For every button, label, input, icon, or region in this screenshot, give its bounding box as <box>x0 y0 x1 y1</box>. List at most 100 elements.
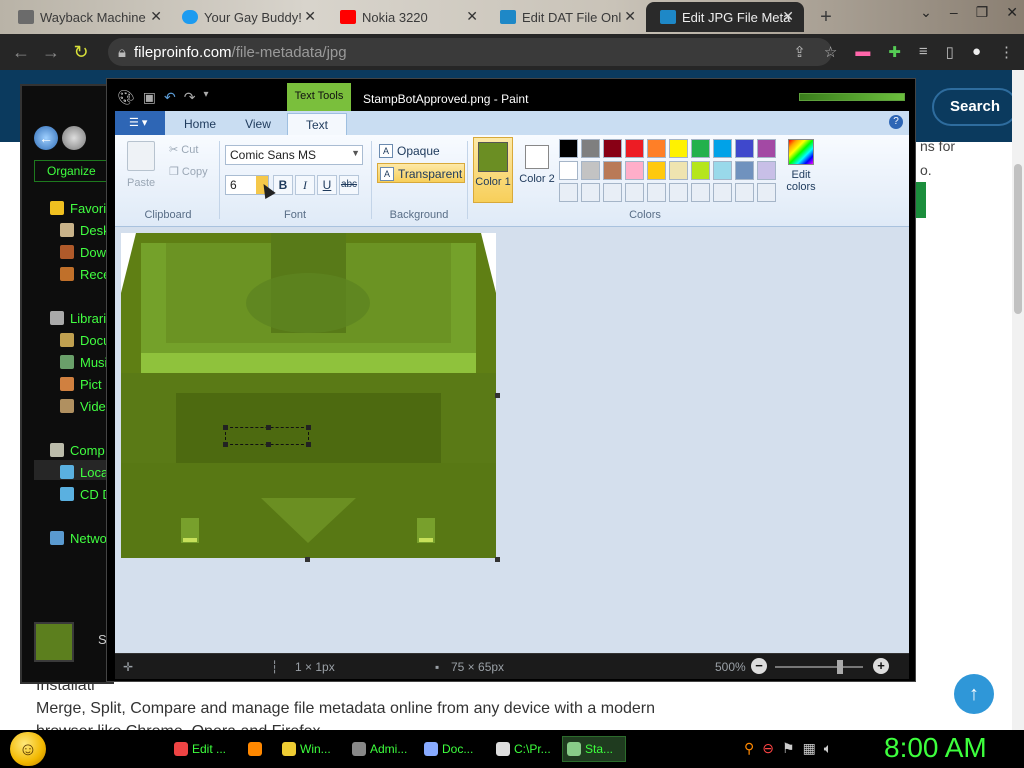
menu-kebab-icon[interactable]: ⋮ <box>999 43 1014 61</box>
taskbar-item[interactable]: Admi... <box>348 736 412 762</box>
tab-home[interactable]: Home <box>171 113 229 135</box>
palette-swatch[interactable] <box>603 161 622 180</box>
palette-swatch[interactable] <box>735 161 754 180</box>
palette-swatch[interactable] <box>559 183 578 202</box>
search-icon[interactable]: ⚲ <box>744 740 754 757</box>
palette-swatch[interactable] <box>713 161 732 180</box>
italic-button[interactable]: I <box>295 175 315 195</box>
paint-window-controls[interactable] <box>799 93 905 101</box>
bold-button[interactable]: B <box>273 175 293 195</box>
canvas-resize-handle[interactable] <box>495 393 500 398</box>
profile-avatar-icon[interactable]: ● <box>972 43 981 61</box>
strikethrough-button[interactable]: abc <box>339 175 359 195</box>
taskbar-item[interactable]: Edit ... <box>170 736 236 762</box>
close-icon[interactable]: ✕ <box>1006 4 1018 21</box>
tab-text[interactable]: Text <box>287 113 347 135</box>
zoom-slider[interactable] <box>775 666 863 668</box>
canvas-resize-handle[interactable] <box>305 557 310 562</box>
taskbar-item[interactable]: Doc... <box>420 736 484 762</box>
palette-swatch[interactable] <box>691 183 710 202</box>
resize-handle[interactable] <box>266 425 271 430</box>
new-tab-button[interactable]: + <box>806 2 846 32</box>
palette-swatch[interactable] <box>625 183 644 202</box>
cut-button[interactable]: ✂ Cut <box>169 143 198 156</box>
close-icon[interactable]: ✕ <box>304 8 316 25</box>
customize-qat-icon[interactable]: ▾ <box>203 89 208 106</box>
resize-handle[interactable] <box>223 442 228 447</box>
close-icon[interactable]: ✕ <box>150 8 162 25</box>
palette-swatch[interactable] <box>713 139 732 158</box>
resize-handle[interactable] <box>306 425 311 430</box>
save-icon[interactable]: ▣ <box>143 89 156 106</box>
palette-swatch[interactable] <box>559 161 578 180</box>
taskbar-item[interactable]: Sta... <box>562 736 626 762</box>
zoom-in-button[interactable]: + <box>873 658 889 674</box>
paint-menu-button[interactable]: ☰ ▾ <box>115 111 165 135</box>
extension-flag-icon[interactable]: ▬ <box>855 43 870 61</box>
sidepanel-icon[interactable]: ▯ <box>946 43 954 61</box>
extensions-puzzle-icon[interactable]: ✚ <box>888 43 901 61</box>
font-family-select[interactable]: Comic Sans MS ▼ <box>225 145 363 165</box>
address-bar[interactable]: 🔒︎ fileproinfo.com/file-metadata/jpg <box>108 38 832 66</box>
palette-swatch[interactable] <box>603 183 622 202</box>
color2-button[interactable]: Color 2 <box>517 137 557 203</box>
tab-youtube[interactable]: Nokia 3220 ✕ <box>326 2 488 32</box>
resize-handle[interactable] <box>266 442 271 447</box>
file-thumbnail[interactable] <box>34 622 74 662</box>
flag-icon[interactable]: ⚑ <box>782 740 795 757</box>
network-icon[interactable]: ▦ <box>803 740 816 757</box>
forward-icon[interactable]: → <box>36 42 66 63</box>
taskbar-clock[interactable]: 8:00 AM <box>884 732 987 764</box>
zoom-slider-thumb[interactable] <box>837 660 843 674</box>
taskbar-item[interactable] <box>244 736 270 762</box>
palette-swatch[interactable] <box>581 139 600 158</box>
bookmark-star-icon[interactable]: ☆ <box>824 43 837 61</box>
tab-edit-dat[interactable]: Edit DAT File Onl ✕ <box>486 2 646 32</box>
text-insertion-box[interactable] <box>223 425 311 447</box>
palette-swatch[interactable] <box>691 161 710 180</box>
palette-swatch[interactable] <box>647 183 666 202</box>
forward-arrow-icon[interactable] <box>62 126 86 150</box>
palette-swatch[interactable] <box>625 139 644 158</box>
help-icon[interactable]: ? <box>889 115 903 129</box>
close-icon[interactable]: ✕ <box>782 8 794 25</box>
scroll-to-top-button[interactable]: ↑ <box>954 674 994 714</box>
back-icon[interactable]: ← <box>6 42 36 63</box>
start-button[interactable]: ☺ <box>10 732 46 766</box>
palette-swatch[interactable] <box>691 139 710 158</box>
palette-swatch[interactable] <box>625 161 644 180</box>
transparent-option[interactable]: A Transparent <box>377 163 465 183</box>
edit-colors-button[interactable]: Edit colors <box>781 139 821 193</box>
palette-swatch[interactable] <box>647 161 666 180</box>
palette-swatch[interactable] <box>757 139 776 158</box>
palette-swatch[interactable] <box>713 183 732 202</box>
resize-handle[interactable] <box>223 425 228 430</box>
palette-swatch[interactable] <box>757 161 776 180</box>
reload-icon[interactable]: ↻ <box>66 42 96 63</box>
minimize-icon[interactable]: – <box>950 4 958 21</box>
underline-button[interactable]: U <box>317 175 337 195</box>
back-arrow-icon[interactable]: ← <box>34 126 58 150</box>
palette-swatch[interactable] <box>735 139 754 158</box>
restore-icon[interactable]: ❐ <box>976 4 989 21</box>
resize-handle[interactable] <box>306 442 311 447</box>
organize-button[interactable]: Organize <box>34 160 114 182</box>
palette-swatch[interactable] <box>669 183 688 202</box>
palette-swatch[interactable] <box>559 139 578 158</box>
paste-icon[interactable] <box>127 141 155 171</box>
copy-button[interactable]: ❐ Copy <box>169 165 208 178</box>
taskbar-item[interactable]: Win... <box>278 736 340 762</box>
taskbar-item[interactable]: C:\Pr... <box>492 736 556 762</box>
redo-icon[interactable]: ↷ <box>184 89 196 106</box>
zoom-out-button[interactable]: − <box>751 658 767 674</box>
color1-button[interactable]: Color 1 <box>473 137 513 203</box>
palette-swatch[interactable] <box>669 139 688 158</box>
palette-swatch[interactable] <box>669 161 688 180</box>
tab-wayback[interactable]: Wayback Machine ✕ <box>4 2 172 32</box>
paste-button[interactable]: Paste <box>127 177 155 189</box>
tab-view[interactable]: View <box>229 113 287 135</box>
volume-icon[interactable]: 🔈︎ <box>824 740 832 757</box>
palette-swatch[interactable] <box>647 139 666 158</box>
search-button[interactable]: Search <box>932 88 1018 126</box>
palette-swatch[interactable] <box>581 161 600 180</box>
